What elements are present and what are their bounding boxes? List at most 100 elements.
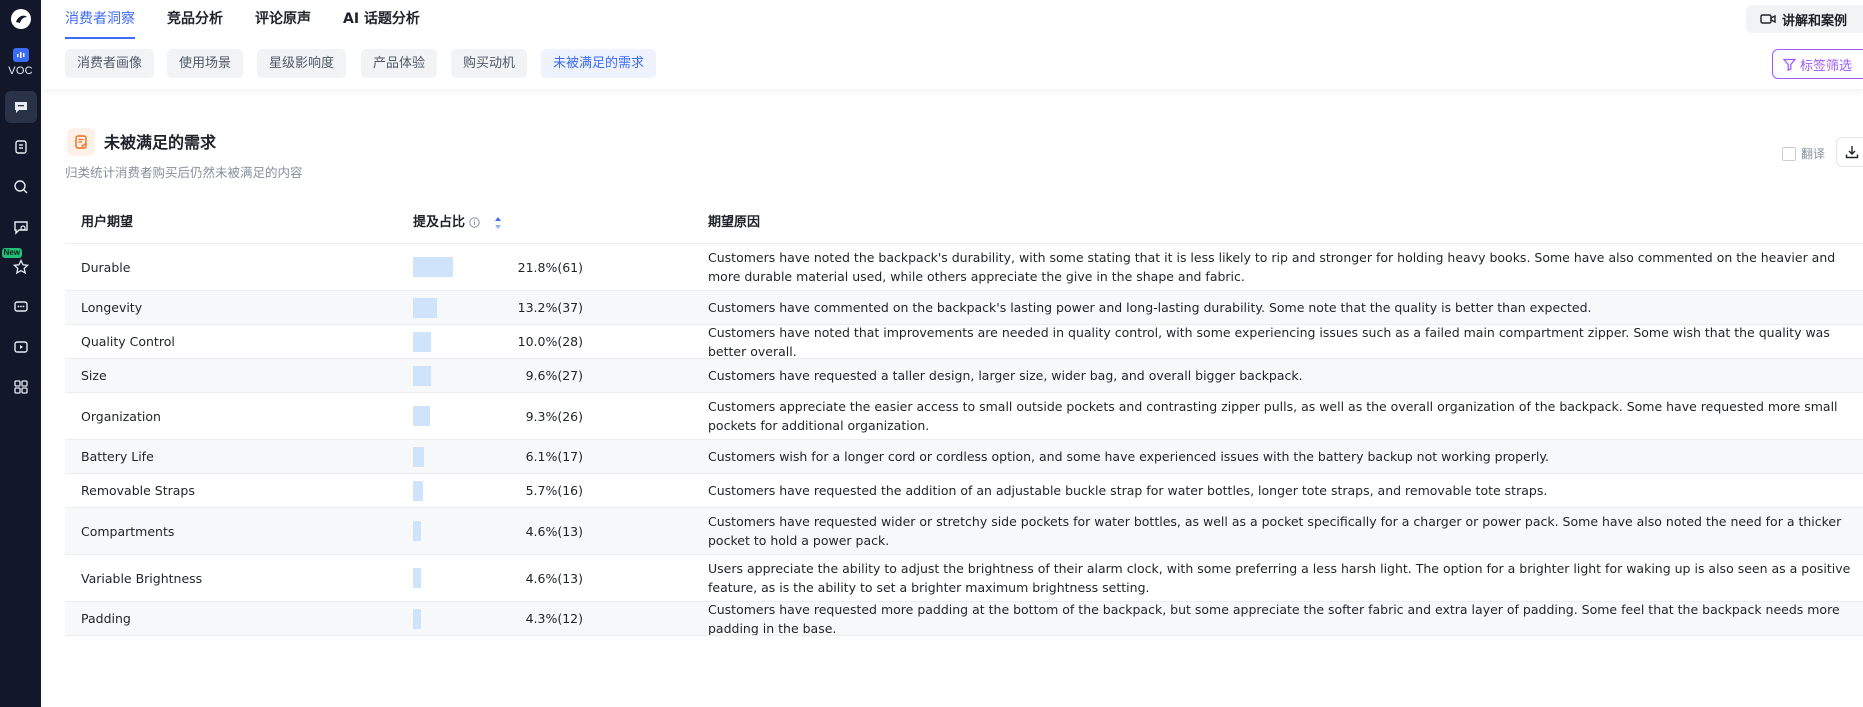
video-play-icon	[13, 341, 28, 353]
table-row: Size 9.6%(27) Customers have requested a t…	[65, 359, 1863, 393]
share-bar-track	[413, 297, 461, 318]
rail-review-search-button[interactable]	[5, 211, 37, 243]
share-text: 5.7%(16)	[525, 483, 583, 498]
share-text: 9.6%(27)	[525, 368, 583, 383]
share-text: 4.6%(13)	[525, 523, 583, 539]
tutorial-button[interactable]: 讲解和案例	[1746, 5, 1863, 33]
section-title: 未被满足的需求	[104, 133, 217, 152]
share-bar-track	[413, 608, 461, 629]
share-text: 9.3%(26)	[525, 408, 583, 424]
tab-ai-label: 话题分析	[363, 11, 420, 27]
grid-apps-icon	[13, 380, 28, 394]
header-expectation: 用户期望	[81, 215, 134, 230]
tab-ai-topic-analysis[interactable]: AI 话题分析	[343, 0, 420, 38]
share-cell: 4.3%(12)	[413, 602, 583, 635]
reason-text: Users appreciate the ability to adjust t…	[708, 561, 1851, 595]
share-cell: 4.6%(13)	[413, 555, 583, 601]
reason-cell: Users appreciate the ability to adjust t…	[708, 555, 1863, 601]
filter-funnel-icon	[1783, 58, 1796, 71]
reason-text: Customers have noted that improvements a…	[708, 325, 1830, 358]
reason-text: Customers appreciate the easier access t…	[708, 399, 1838, 433]
pill-star-impact[interactable]: 星级影响度	[257, 49, 347, 78]
table-row: Durable 21.8%(61) Customers have noted the…	[65, 244, 1863, 291]
reason-cell: Customers have noted the backpack's dura…	[708, 244, 1863, 290]
rail-favorites-button[interactable]: New	[1, 248, 37, 283]
share-cell: 9.3%(26)	[413, 393, 583, 439]
share-bar	[413, 331, 432, 352]
sort-icon[interactable]	[494, 216, 502, 230]
table-row: Organization 9.3%(26) Customers appreciate…	[65, 393, 1863, 440]
reason-text: Customers have noted the backpack's dura…	[708, 250, 1836, 284]
table-row: Variable Brightness 4.6%(13) Users appreci…	[65, 555, 1863, 602]
reason-cell: Customers have requested more padding at…	[708, 602, 1863, 635]
share-cell: 21.8%(61)	[413, 244, 583, 290]
tag-filter-label: 标签筛选	[1800, 58, 1853, 74]
share-bar-track	[413, 257, 461, 277]
pill-consumer-profile[interactable]: 消费者画像	[65, 49, 155, 78]
reason-cell: Customers appreciate the easier access t…	[708, 393, 1863, 439]
unmet-needs-table: 用户期望 提及占比 期望原因 Durable 21.8%(61) Customers…	[65, 202, 1863, 636]
chat-bubble-icon	[14, 102, 27, 113]
table-row: Removable Straps 5.7%(16) Customers have r…	[65, 474, 1863, 508]
message-icon	[13, 301, 28, 312]
rail-message-button[interactable]	[5, 291, 37, 323]
share-cell: 10.0%(28)	[413, 325, 583, 358]
expectation-cell: Longevity	[81, 300, 143, 315]
download-button[interactable]	[1836, 137, 1863, 167]
share-text: 21.8%(61)	[517, 259, 583, 275]
expectation-cell: Battery Life	[81, 449, 154, 464]
share-bar-track	[413, 331, 461, 352]
tab-consumer-insight[interactable]: 消费者洞察	[65, 0, 135, 39]
share-text: 10.0%(28)	[517, 334, 583, 349]
expectation-cell: Compartments	[81, 523, 175, 539]
expectation-cell: Quality Control	[81, 334, 175, 349]
share-cell: 6.1%(17)	[413, 440, 583, 473]
pill-unmet-needs[interactable]: 未被满足的需求	[541, 49, 657, 78]
rail-search-button[interactable]	[5, 171, 37, 203]
tag-filter-button[interactable]: 标签筛选	[1772, 49, 1863, 79]
info-icon[interactable]	[469, 217, 480, 228]
rail-chat-button[interactable]	[4, 91, 37, 123]
voc-label: VOC	[8, 65, 33, 77]
voc-icon	[12, 48, 29, 62]
reason-text: Customers have requested wider or stretc…	[708, 514, 1842, 548]
header-share[interactable]: 提及占比	[413, 202, 502, 243]
expectation-cell: Size	[81, 368, 107, 383]
share-bar-track	[413, 568, 461, 588]
voc-nav[interactable]: VOC	[8, 48, 33, 77]
reason-cell: Customers have noted that improvements a…	[708, 325, 1863, 358]
rail-document-button[interactable]	[5, 131, 37, 163]
share-bar-track	[413, 480, 461, 501]
share-text: 4.3%(12)	[525, 611, 583, 626]
pill-product-experience[interactable]: 产品体验	[361, 49, 438, 78]
rail-apps-button[interactable]	[5, 371, 37, 403]
translate-checkbox[interactable]	[1782, 146, 1796, 161]
share-bar	[413, 480, 424, 501]
pill-purchase-motivation[interactable]: 购买动机	[451, 49, 528, 78]
share-bar	[413, 406, 431, 426]
chat-search-icon	[13, 221, 28, 235]
share-bar	[413, 365, 431, 386]
expectation-cell: Durable	[81, 259, 131, 275]
section-description: 归类统计消费者购买后仍然未被满足的内容	[65, 165, 303, 180]
star-icon	[12, 259, 29, 275]
header-reason: 期望原因	[708, 215, 761, 230]
share-cell: 13.2%(37)	[413, 291, 583, 324]
table-header: 用户期望 提及占比 期望原因	[65, 202, 1863, 244]
tab-competitor-analysis[interactable]: 竞品分析	[167, 0, 223, 38]
tutorial-label: 讲解和案例	[1782, 13, 1848, 29]
share-cell: 5.7%(16)	[413, 474, 583, 507]
app-logo-icon[interactable]	[10, 8, 32, 30]
video-camera-icon	[1760, 14, 1776, 24]
translate-label: 翻译	[1801, 147, 1826, 161]
table-row: Battery Life 6.1%(17) Customers wish for a…	[65, 440, 1863, 474]
reason-text: Customers have requested the addition of…	[708, 483, 1548, 498]
unmet-needs-icon	[67, 128, 95, 156]
translate-toggle[interactable]: 翻译	[1782, 145, 1825, 162]
share-bar-track	[413, 365, 461, 386]
tab-review-voice[interactable]: 评论原声	[255, 0, 311, 38]
search-icon	[13, 180, 27, 194]
sub-navigation: 消费者画像 使用场景 星级影响度 产品体验 购买动机 未被满足的需求 标签筛选	[41, 41, 1863, 89]
rail-video-button[interactable]	[5, 331, 37, 363]
pill-usage-scenario[interactable]: 使用场景	[167, 49, 244, 78]
